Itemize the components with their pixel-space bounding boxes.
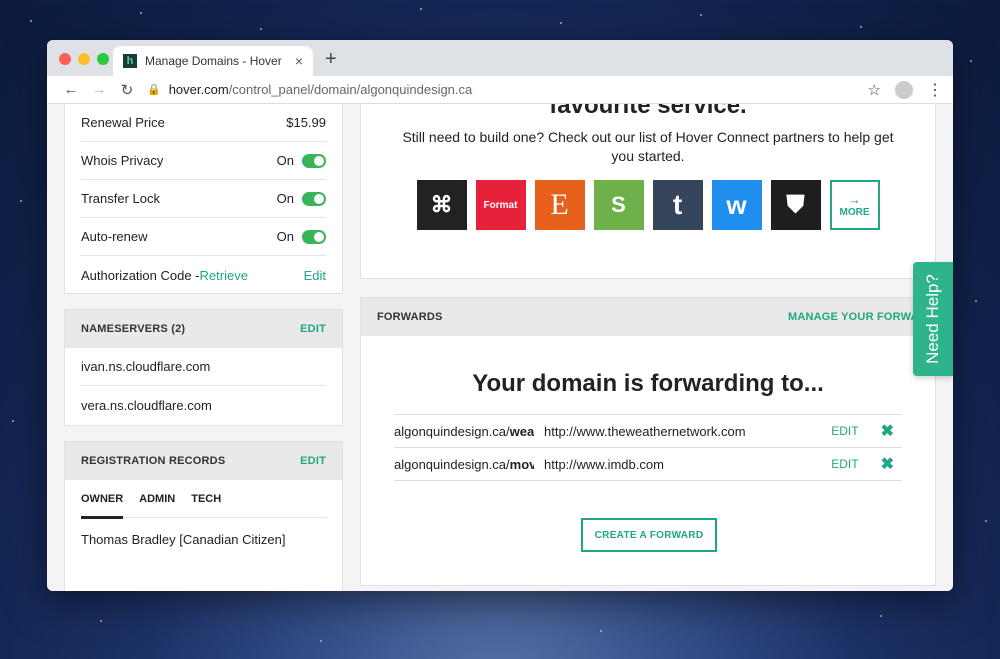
auth-code-row: Authorization Code -Retrieve Edit [81,256,326,294]
forward-edit-link[interactable]: EDIT [831,424,858,438]
whois-privacy-label: Whois Privacy [81,153,164,168]
hover-favicon-icon: h [123,54,137,68]
back-icon[interactable]: ← [57,81,85,98]
nameserver-value: ivan.ns.cloudflare.com [81,359,211,374]
delete-forward-icon[interactable]: ✖ [881,421,894,441]
etsy-logo-icon[interactable]: E [534,180,585,230]
forward-row: algonquindesign.ca/movi http://www.imdb.… [394,448,902,481]
nameservers-edit-link[interactable]: EDIT [300,323,326,335]
browser-window: h Manage Domains - Hover × + ← → ↻ 🔒 hov… [47,40,953,591]
transfer-lock-status: On [276,191,294,206]
whois-privacy-status: On [276,153,294,168]
transfer-lock-row: Transfer Lock On [81,180,326,218]
tab-close-icon[interactable]: × [295,53,303,69]
renewal-price-value: $15.99 [286,115,326,130]
tab-tech[interactable]: TECH [191,480,221,518]
shopify-logo-icon[interactable]: S [593,180,644,230]
arrow-right-icon: → [848,192,861,207]
tab-title: Manage Domains - Hover [145,54,282,68]
more-label: MORE [839,207,870,218]
renewal-price-row: Renewal Price $15.99 [81,104,326,142]
auto-renew-toggle[interactable] [302,229,326,244]
auto-renew-row: Auto-renew On [81,218,326,256]
auto-renew-status: On [276,229,294,244]
maximize-window-button[interactable] [97,53,109,65]
browser-toolbar: ← → ↻ 🔒 hover.com/control_panel/domain/a… [47,76,953,104]
nameserver-item: ivan.ns.cloudflare.com [81,348,326,386]
nameservers-header: NAMESERVERS (2) EDIT [65,310,342,348]
forward-source: algonquindesign.ca/weat [394,423,534,439]
nameserver-value: vera.ns.cloudflare.com [81,397,212,413]
more-partners-button[interactable]: → MORE [829,180,880,230]
forward-destination: http://www.theweathernetwork.com [544,423,746,439]
nameservers-panel: NAMESERVERS (2) EDIT ivan.ns.cloudflare.… [64,309,343,426]
forward-source: algonquindesign.ca/movi [394,456,534,472]
squarespace-logo-icon[interactable]: ⌘ [416,180,467,230]
delete-forward-icon[interactable]: ✖ [881,454,894,474]
need-help-tab[interactable]: Need Help? [913,262,953,376]
bookmark-star-icon[interactable]: ☆ [868,81,881,99]
registration-title: REGISTRATION RECORDS [81,455,226,467]
registration-header: REGISTRATION RECORDS EDIT [65,442,342,480]
registration-edit-link[interactable]: EDIT [300,455,326,467]
format-logo-icon[interactable]: Format [475,180,526,230]
partner-logos: ⌘ Format E S t w ⛊ → MORE [361,180,935,230]
weebly-logo-icon[interactable]: w [711,180,762,230]
forwards-card: FORWARDS MANAGE YOUR FORWARD Your domain… [360,297,936,586]
owner-name: Thomas Bradley [Canadian Citizen] [81,532,286,547]
contact-tabs: OWNER ADMIN TECH [81,480,326,519]
address-bar[interactable]: 🔒 hover.com/control_panel/domain/algonqu… [147,82,868,97]
kebab-menu-icon[interactable]: ⋮ [927,80,943,100]
url-host: hover.com [168,82,229,97]
need-help-label: Need Help? [923,274,942,364]
page-content: Renewal Price $15.99 Whois Privacy On Tr… [47,104,953,591]
forwards-title: FORWARDS [377,311,443,323]
forward-destination: http://www.imdb.com [544,456,664,472]
connect-heading: favourite service. [549,104,747,119]
hover-connect-card: favourite service. Still need to build o… [360,104,936,279]
profile-avatar-icon[interactable] [895,80,913,99]
connect-subtext: Still need to build one? Check out our l… [402,129,894,164]
forwards-header: FORWARDS MANAGE YOUR FORWARD [361,298,935,336]
close-window-button[interactable] [59,53,71,65]
renewal-price-label: Renewal Price [81,115,165,130]
kajabi-logo-icon[interactable]: ⛊ [770,180,821,230]
retrieve-auth-code-link[interactable]: Retrieve [200,268,248,283]
forwards-heading: Your domain is forwarding to... [472,370,824,397]
forward-row: algonquindesign.ca/weat http://www.thewe… [394,415,902,448]
lock-icon: 🔒 [147,84,161,96]
tab-bar: h Manage Domains - Hover × + [47,40,953,76]
tumblr-logo-icon[interactable]: t [652,180,703,230]
auth-code-label: Authorization Code - [81,267,200,283]
tab-admin[interactable]: ADMIN [139,480,175,518]
minimize-window-button[interactable] [78,53,90,65]
whois-privacy-row: Whois Privacy On [81,142,326,180]
tab-owner[interactable]: OWNER [81,480,124,519]
domain-settings-panel: Renewal Price $15.99 Whois Privacy On Tr… [64,104,343,294]
nameservers-title: NAMESERVERS (2) [81,323,186,335]
transfer-lock-toggle[interactable] [302,191,326,206]
browser-tab[interactable]: h Manage Domains - Hover × [113,46,313,76]
whois-privacy-toggle[interactable] [302,153,326,168]
forward-icon[interactable]: → [85,81,113,98]
auto-renew-label: Auto-renew [81,229,148,244]
registration-records-panel: REGISTRATION RECORDS EDIT OWNER ADMIN TE… [64,441,343,591]
new-tab-button[interactable]: + [325,48,337,71]
nameserver-item: vera.ns.cloudflare.com [81,386,326,424]
create-forward-button[interactable]: CREATE A FORWARD [581,518,717,552]
auth-code-edit-link[interactable]: Edit [304,268,326,283]
url-path: /control_panel/domain/algonquindesign.ca [228,82,473,97]
reload-icon[interactable]: ↻ [113,81,141,99]
transfer-lock-label: Transfer Lock [81,191,160,206]
forward-edit-link[interactable]: EDIT [831,457,858,471]
